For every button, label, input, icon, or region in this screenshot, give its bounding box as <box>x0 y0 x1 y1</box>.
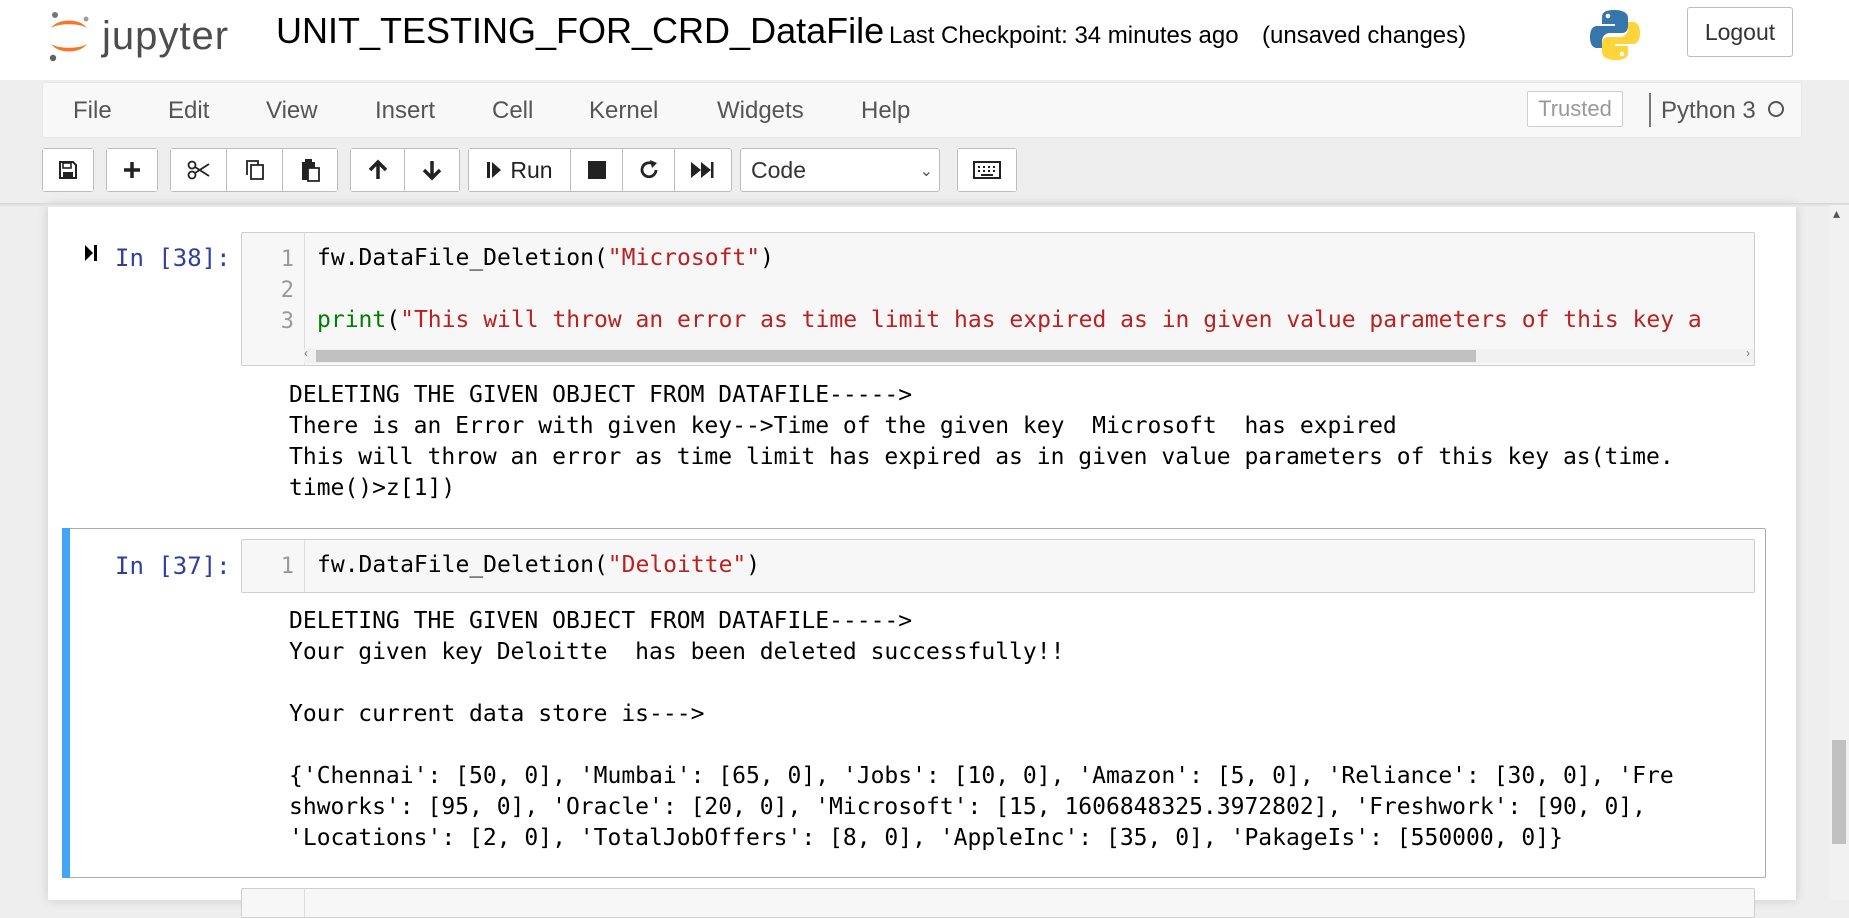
move-group <box>350 148 460 192</box>
next-code-cell-input[interactable] <box>241 888 1755 918</box>
restart-run-all-button[interactable] <box>675 149 729 191</box>
code-text: ) <box>746 552 761 578</box>
menu-kernel[interactable]: Kernel <box>589 97 658 125</box>
code-line: fw.DataFile_Deletion("Microsoft") <box>317 245 774 271</box>
scroll-right-icon[interactable]: › <box>1746 346 1750 360</box>
code-line: print("This will throw an error as time … <box>317 307 1702 333</box>
kernel-name[interactable]: Python 3 <box>1661 97 1756 125</box>
run-cell-icon[interactable] <box>84 242 100 270</box>
output-line: DELETING THE GIVEN OBJECT FROM DATAFILE-… <box>289 608 913 634</box>
arrow-down-icon <box>421 159 443 181</box>
output-line: shworks': [95, 0], 'Oracle': [20, 0], 'M… <box>289 794 1647 820</box>
menu-view[interactable]: View <box>266 97 318 125</box>
output-line: This will throw an error as time limit h… <box>289 444 1674 470</box>
code-string: "Microsoft" <box>607 245 761 271</box>
cut-icon <box>187 159 211 181</box>
cell-type-value: Code <box>751 156 806 183</box>
save-icon <box>58 160 78 180</box>
line-number-gutter <box>242 889 305 917</box>
paste-button[interactable] <box>283 149 337 191</box>
output-line: Your given key Deloitte has been deleted… <box>289 639 1065 665</box>
cell-prompt: In [37]: <box>115 552 231 580</box>
menu-help[interactable]: Help <box>861 97 910 125</box>
jupyter-logo[interactable]: jupyter <box>46 8 229 64</box>
stop-icon <box>587 160 607 180</box>
line-number: 1 <box>280 247 294 272</box>
python-logo-icon <box>1588 8 1642 62</box>
arrow-up-icon <box>367 159 389 181</box>
output-line: time()>z[1]) <box>289 475 456 501</box>
menubar: File Edit View Insert Cell Kernel Widget… <box>42 82 1802 138</box>
restart-button[interactable] <box>623 149 675 191</box>
command-palette-button[interactable] <box>958 149 1016 191</box>
output-line: 'Locations': [2, 0], 'TotalJobOffers': [… <box>289 825 1563 851</box>
code-string: "Deloitte" <box>607 552 747 578</box>
trusted-indicator[interactable]: Trusted <box>1527 91 1623 127</box>
move-up-button[interactable] <box>351 149 405 191</box>
header-shadow <box>0 203 1849 207</box>
step-forward-icon <box>486 160 502 180</box>
selected-cell-indicator <box>62 528 70 878</box>
code-text: fw.DataFile_Deletion( <box>317 552 608 578</box>
code-text: ( <box>386 307 401 333</box>
line-number: 1 <box>280 554 294 579</box>
notebook-header: jupyter UNIT_TESTING_FOR_CRD_DataFile La… <box>0 0 1849 80</box>
code-text: ) <box>760 245 774 271</box>
output-line: There is an Error with given key-->Time … <box>289 413 1397 439</box>
paste-icon <box>299 158 321 182</box>
notebook-title[interactable]: UNIT_TESTING_FOR_CRD_DataFile <box>276 10 884 52</box>
code-line: fw.DataFile_Deletion("Deloitte") <box>317 552 760 578</box>
edit-group <box>170 148 338 192</box>
code-keyword: print <box>317 307 387 333</box>
fast-forward-icon <box>690 160 714 180</box>
checkpoint-status: Last Checkpoint: 34 minutes ago <box>889 22 1239 49</box>
toolbar: Run Code ⌄ <box>42 148 1822 194</box>
keyboard-group <box>957 148 1017 192</box>
kernel-idle-icon <box>1768 101 1784 117</box>
line-number: 3 <box>280 309 294 334</box>
chevron-down-icon: ⌄ <box>919 163 933 180</box>
run-button[interactable]: Run <box>469 149 571 191</box>
line-number: 2 <box>280 278 294 303</box>
menu-insert[interactable]: Insert <box>375 97 435 125</box>
cell-prompt: In [38]: <box>115 244 231 272</box>
jupyter-logo-text: jupyter <box>102 13 230 58</box>
save-group <box>42 148 94 192</box>
code-string: "This will throw an error as time limit … <box>400 307 1702 333</box>
menu-file[interactable]: File <box>73 97 112 125</box>
output-line: Your current data store is---> <box>289 701 705 727</box>
save-button[interactable] <box>43 149 93 191</box>
output-line: DELETING THE GIVEN OBJECT FROM DATAFILE-… <box>289 382 913 408</box>
keyboard-icon <box>973 161 1001 179</box>
output-line: {'Chennai': [50, 0], 'Mumbai': [65, 0], … <box>289 763 1674 789</box>
menu-widgets[interactable]: Widgets <box>717 97 804 125</box>
logout-button[interactable]: Logout <box>1687 7 1793 57</box>
run-button-label: Run <box>510 156 553 183</box>
scroll-up-icon[interactable]: ▴ <box>1833 205 1840 222</box>
menu-edit[interactable]: Edit <box>168 97 209 125</box>
horizontal-scrollbar[interactable]: ‹ › <box>304 346 1754 363</box>
horizontal-scrollbar-thumb[interactable] <box>316 350 1476 362</box>
jupyter-logo-icon <box>46 10 92 62</box>
code-cell-input[interactable]: 1 fw.DataFile_Deletion("Deloitte") <box>241 539 1755 593</box>
autosave-status: (unsaved changes) <box>1262 22 1467 49</box>
code-cell-input[interactable]: 1 2 3 fw.DataFile_Deletion("Microsoft") … <box>241 232 1755 366</box>
run-group: Run <box>468 148 732 192</box>
insert-group <box>106 148 158 192</box>
copy-icon <box>244 159 266 181</box>
interrupt-button[interactable] <box>571 149 623 191</box>
insert-cell-button[interactable] <box>107 149 157 191</box>
cell-type-select[interactable]: Code ⌄ <box>740 148 940 192</box>
copy-button[interactable] <box>227 149 283 191</box>
move-down-button[interactable] <box>405 149 459 191</box>
scroll-left-icon[interactable]: ‹ <box>304 346 308 360</box>
restart-icon <box>638 159 660 181</box>
scrollbar-thumb[interactable] <box>1832 740 1846 844</box>
cut-button[interactable] <box>171 149 227 191</box>
code-text: fw.DataFile_Deletion( <box>317 245 608 271</box>
kernel-separator <box>1649 93 1651 127</box>
menu-cell[interactable]: Cell <box>492 97 533 125</box>
plus-icon <box>122 160 142 180</box>
